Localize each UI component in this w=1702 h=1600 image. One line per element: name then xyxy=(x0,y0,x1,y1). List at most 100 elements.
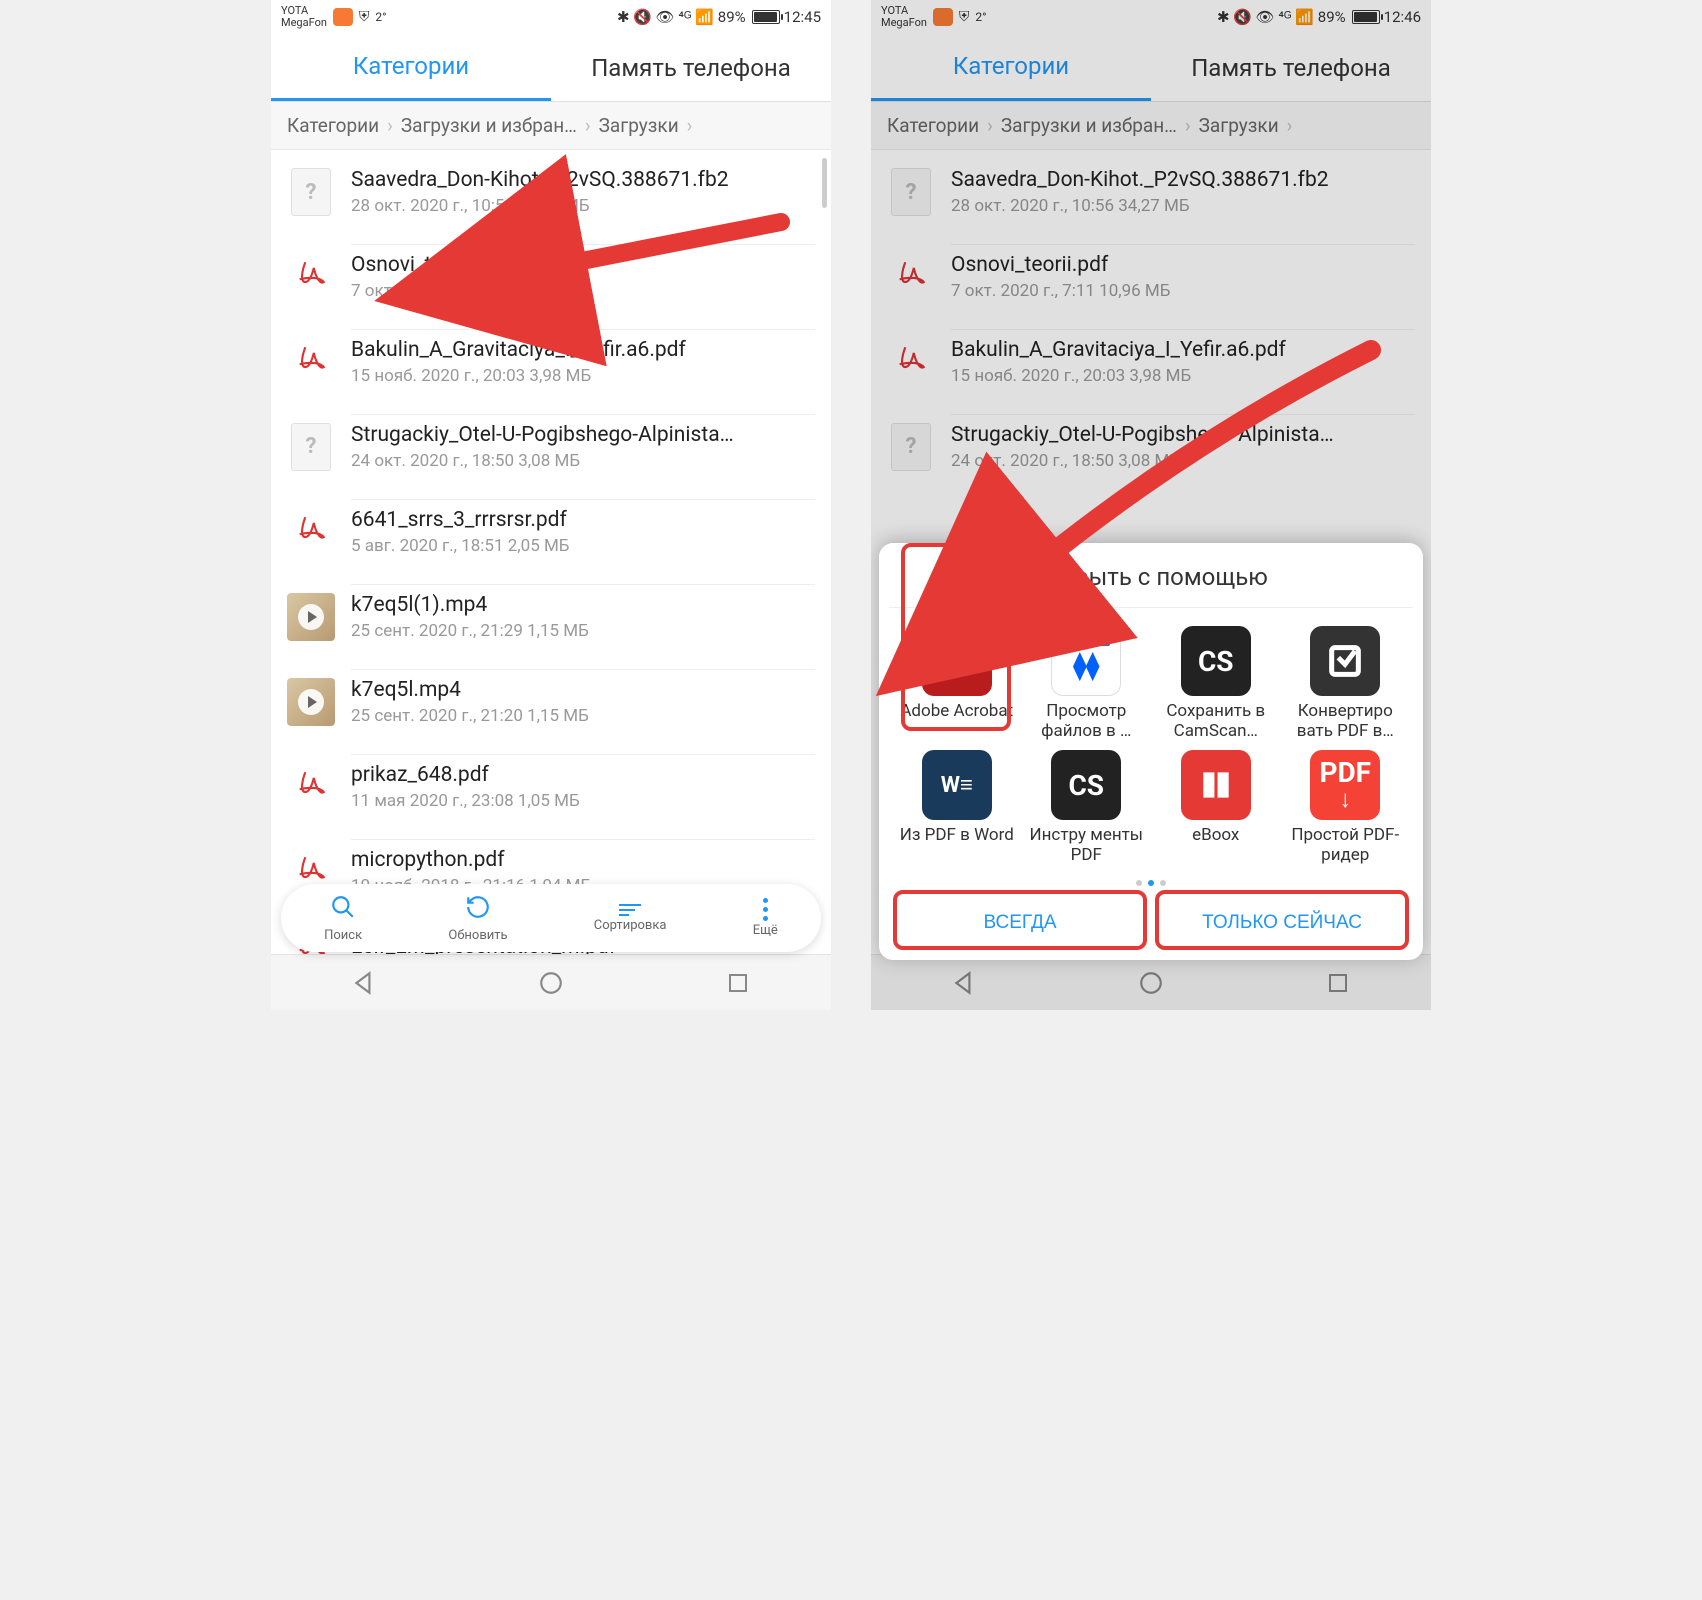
file-meta: 25 сент. 2020 г., 21:20 1,15 МБ xyxy=(351,706,815,726)
nav-back[interactable] xyxy=(949,968,979,998)
tab-categories[interactable]: Категории xyxy=(871,34,1151,101)
app-label: Инстру менты PDF xyxy=(1025,826,1149,866)
nav-home[interactable] xyxy=(536,968,566,998)
more-button[interactable]: Ещё xyxy=(753,898,778,938)
nav-recent[interactable] xyxy=(723,968,753,998)
page-indicator xyxy=(889,874,1413,898)
camscanner-icon: CS xyxy=(1181,626,1251,696)
file-meta: 15 нояб. 2020 г., 20:03 3,98 МБ xyxy=(351,366,815,386)
file-row[interactable]: Osnovi_teorii.pdf7 окт. 2020 г., 7:11 10… xyxy=(871,234,1431,319)
app-pdf-converter[interactable]: Конвертиро вать PDF в… xyxy=(1284,626,1408,742)
unknown-file-icon: ? xyxy=(291,168,331,216)
file-row[interactable]: k7eq5l.mp425 сент. 2020 г., 21:20 1,15 М… xyxy=(271,659,831,744)
app-dropbox-viewer[interactable]: PDF⧫⧫ Просмотр файлов в … xyxy=(1025,626,1149,742)
battery-icon xyxy=(1350,10,1380,24)
sort-icon xyxy=(619,904,641,916)
pdf-icon xyxy=(894,340,928,384)
tab-categories[interactable]: Категории xyxy=(271,34,551,101)
nav-back[interactable] xyxy=(349,968,379,998)
system-nav xyxy=(271,954,831,1010)
dropbox-icon: PDF⧫⧫ xyxy=(1051,626,1121,696)
file-name: Bakulin_A_Gravitaciya_I_Yefir.a6.pdf xyxy=(351,338,815,362)
unknown-file-icon: ? xyxy=(891,423,931,471)
app-label: Просмотр файлов в … xyxy=(1025,702,1149,742)
app-chooser-grid: Adobe Acrobat PDF⧫⧫ Просмотр файлов в … … xyxy=(889,608,1413,874)
file-row[interactable]: ?Strugackiy_Otel-U-Pogibshego-Alpinista…… xyxy=(271,404,831,489)
app-badge-icon xyxy=(933,8,953,26)
crumb-2[interactable]: Загрузки xyxy=(599,114,679,137)
crumb-1[interactable]: Загрузки и избран… xyxy=(401,114,577,137)
app-pdf-to-word[interactable]: W≡ Из PDF в Word xyxy=(895,750,1019,866)
converter-icon xyxy=(1310,626,1380,696)
search-icon xyxy=(330,894,356,926)
annotation-arrow xyxy=(991,340,1391,604)
file-row[interactable]: ?Saavedra_Don-Kihot._P2vSQ.388671.fb228 … xyxy=(871,150,1431,234)
nav-recent[interactable] xyxy=(1323,968,1353,998)
file-meta: 5 авг. 2020 г., 18:51 2,05 МБ xyxy=(351,536,815,556)
carrier-label: YOTA MegaFon xyxy=(281,5,327,28)
clock: 12:45 xyxy=(784,8,821,26)
file-name: 6641_srrs_3_rrrsrsr.pdf xyxy=(351,508,815,532)
app-label: Конвертиро вать PDF в… xyxy=(1284,702,1408,742)
pdf-icon xyxy=(294,765,328,809)
app-eboox[interactable]: eBoox xyxy=(1154,750,1278,866)
file-name: micropython.pdf xyxy=(351,848,815,872)
crumb-1[interactable]: Загрузки и избран… xyxy=(1001,114,1177,137)
crumb-0[interactable]: Категории xyxy=(887,114,979,137)
tab-storage[interactable]: Память телефона xyxy=(551,34,831,101)
refresh-label: Обновить xyxy=(448,928,507,943)
chevron-right-icon: › xyxy=(1287,114,1293,137)
file-row[interactable]: 6641_srrs_3_rrrsrsr.pdf 5 авг. 2020 г., 1… xyxy=(271,489,831,574)
scrollbar[interactable] xyxy=(822,158,827,208)
chevron-right-icon: › xyxy=(987,114,993,137)
tab-bar: Категории Память телефона xyxy=(271,34,831,102)
breadcrumb: Категории › Загрузки и избран… › Загрузк… xyxy=(271,102,831,150)
chevron-right-icon: › xyxy=(1185,114,1191,137)
refresh-icon xyxy=(465,894,491,926)
app-label: Из PDF в Word xyxy=(900,826,1014,866)
more-label: Ещё xyxy=(753,923,778,938)
refresh-button[interactable]: Обновить xyxy=(448,894,507,943)
sort-button[interactable]: Сортировка xyxy=(594,904,667,933)
search-button[interactable]: Поиск xyxy=(324,894,362,943)
temperature: 2° xyxy=(375,10,386,24)
pdf-tools-icon: CS xyxy=(1051,750,1121,820)
status-bar: YOTA MegaFon ⛨ 2° ✱ 🔇 👁 ⁴ᴳ 📶 89% 12:45 xyxy=(271,0,831,34)
app-adobe-acrobat[interactable]: Adobe Acrobat xyxy=(895,626,1019,742)
file-name: Strugackiy_Otel-U-Pogibshego-Alpinista… xyxy=(351,423,815,447)
file-meta: 28 окт. 2020 г., 10:56 34,27 МБ xyxy=(951,196,1415,216)
file-name: Saavedra_Don-Kihot._P2vSQ.388671.fb2 xyxy=(351,168,815,192)
tab-storage[interactable]: Память телефона xyxy=(1151,34,1431,101)
file-meta: 25 сент. 2020 г., 21:29 1,15 МБ xyxy=(351,621,815,641)
file-row[interactable]: k7eq5l(1).mp425 сент. 2020 г., 21:29 1,1… xyxy=(271,574,831,659)
temperature: 2° xyxy=(975,10,986,24)
sort-label: Сортировка xyxy=(594,918,667,933)
shield-icon: ⛨ xyxy=(359,9,370,25)
file-row[interactable]: prikaz_648.pdf11 мая 2020 г., 23:08 1,05… xyxy=(271,744,831,829)
app-label: Adobe Acrobat xyxy=(900,702,1013,742)
screenshot-left: YOTA MegaFon ⛨ 2° ✱ 🔇 👁 ⁴ᴳ 📶 89% 12:45 К… xyxy=(271,0,831,1010)
app-camscanner[interactable]: CS Сохранить в CamScan… xyxy=(1154,626,1278,742)
bottom-toolbar: Поиск Обновить Сортировка Ещё xyxy=(281,884,821,952)
app-simple-reader[interactable]: PDF↓ Простой PDF-ридер xyxy=(1284,750,1408,866)
always-button[interactable]: ВСЕГДА xyxy=(895,898,1145,948)
file-name: Saavedra_Don-Kihot._P2vSQ.388671.fb2 xyxy=(951,168,1415,192)
video-thumbnail-icon xyxy=(287,593,335,641)
app-pdf-tools[interactable]: CS Инстру менты PDF xyxy=(1025,750,1149,866)
open-with-sheet: Открыть с помощью Adobe Acrobat PDF⧫⧫ Пр… xyxy=(879,543,1423,960)
chevron-right-icon: › xyxy=(387,114,393,137)
just-once-button[interactable]: ТОЛЬКО СЕЙЧАС xyxy=(1157,898,1407,948)
crumb-2[interactable]: Загрузки xyxy=(1199,114,1279,137)
crumb-0[interactable]: Категории xyxy=(287,114,379,137)
nav-home[interactable] xyxy=(1136,968,1166,998)
file-name: prikaz_648.pdf xyxy=(351,763,815,787)
pdf-icon xyxy=(894,255,928,299)
shield-icon: ⛨ xyxy=(959,9,970,25)
eboox-icon xyxy=(1181,750,1251,820)
more-icon xyxy=(763,898,768,921)
adobe-acrobat-icon xyxy=(922,626,992,696)
breadcrumb: Категории › Загрузки и избран… › Загрузк… xyxy=(871,102,1431,150)
word-icon: W≡ xyxy=(922,750,992,820)
screenshot-right: YOTA MegaFon ⛨ 2° ✱ 🔇 👁 ⁴ᴳ 📶 89% 12:46 К… xyxy=(871,0,1431,1010)
file-row[interactable]: Bakulin_A_Gravitaciya_I_Yefir.a6.pdf 15 н… xyxy=(271,319,831,404)
